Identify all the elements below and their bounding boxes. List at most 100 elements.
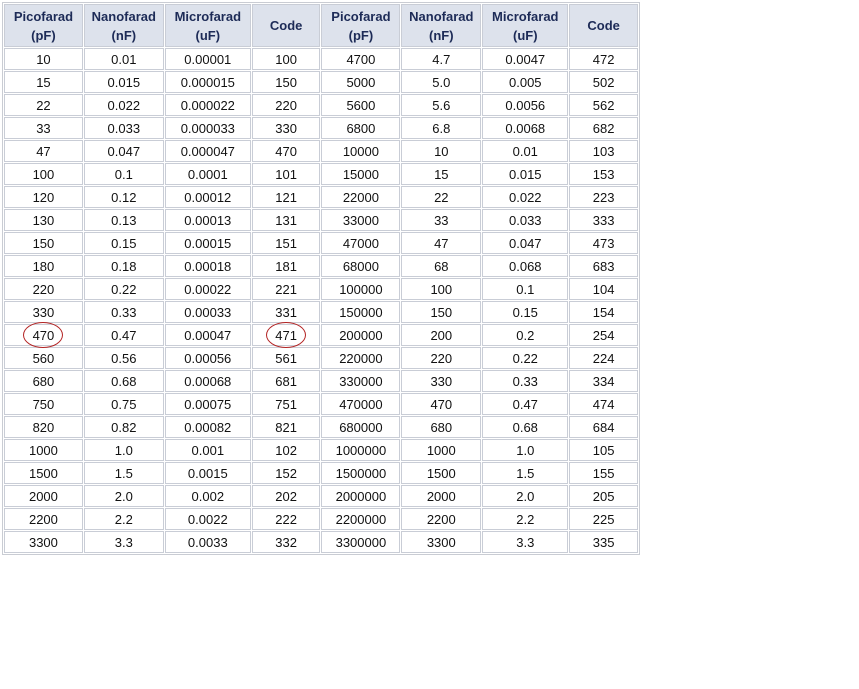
- microfarad-cell: 0.001: [164, 439, 251, 461]
- cell-value: 1000000: [335, 442, 387, 458]
- picofarad-cell: 1500: [4, 462, 83, 484]
- cell-value: 202: [275, 488, 297, 504]
- nanofarad-cell: 0.56: [83, 347, 164, 369]
- cell-value: 1500000: [335, 465, 387, 481]
- picofarad-cell: 150000: [321, 301, 401, 323]
- nanofarad-header-left: Nanofarad (nF): [83, 4, 164, 47]
- code-cell: 102: [251, 439, 321, 461]
- header-line: (uF): [195, 27, 221, 43]
- picofarad-cell: 15: [4, 71, 83, 93]
- table-row: 560 0.56 0.00056 561 220000 220 0.22 224: [4, 347, 638, 369]
- cell-value: 105: [592, 442, 615, 458]
- cell-value: 10: [434, 143, 449, 159]
- cell-value: 221: [275, 281, 297, 297]
- nanofarad-cell: 0.68: [83, 370, 164, 392]
- cell-value: 0.047: [509, 235, 542, 251]
- cell-value: 47000: [342, 235, 379, 251]
- cell-value: 47: [36, 143, 51, 159]
- capacitor-code-table: Picofarad (pF) Nanofarad (nF) Microfarad (uF)…: [3, 3, 639, 554]
- cell-value: 15: [36, 74, 51, 90]
- cell-value: 472: [592, 51, 615, 67]
- microfarad-cell: 0.0022: [164, 508, 251, 530]
- cell-value: 225: [592, 511, 615, 527]
- cell-value: 6.8: [432, 120, 451, 136]
- nanofarad-cell: 2200: [401, 508, 482, 530]
- header-line: (nF): [429, 27, 454, 43]
- code-cell: 473: [569, 232, 638, 254]
- picofarad-cell: 33: [4, 117, 83, 139]
- code-cell: 334: [569, 370, 638, 392]
- nanofarad-cell: 200: [401, 324, 482, 346]
- table-row: 1500 1.5 0.0015 152 1500000 1500 1.5 155: [4, 462, 638, 484]
- table-row: 820 0.82 0.00082 821 680000 680 0.68 684: [4, 416, 638, 438]
- table-row: 47 0.047 0.000047 470 10000 10 0.01 103: [4, 140, 638, 162]
- microfarad-cell: 0.15: [482, 301, 569, 323]
- cell-value: 33: [36, 120, 51, 136]
- picofarad-cell: 5600: [321, 94, 401, 116]
- table-row: 1000 1.0 0.001 102 1000000 1000 1.0 105: [4, 439, 638, 461]
- cell-value: 2200: [28, 511, 58, 527]
- cell-value: 68: [434, 258, 449, 274]
- microfarad-cell: 0.00012: [164, 186, 251, 208]
- cell-value: 0.022: [509, 189, 542, 205]
- microfarad-cell: 0.0068: [482, 117, 569, 139]
- code-cell: 254: [569, 324, 638, 346]
- header-line: Nanofarad: [91, 8, 156, 24]
- cell-value: 751: [275, 396, 297, 412]
- cell-value: 102: [275, 442, 297, 458]
- cell-value: 3300: [426, 534, 456, 550]
- code-cell: 181: [251, 255, 321, 277]
- cell-value: 330000: [339, 373, 383, 389]
- microfarad-cell: 0.22: [482, 347, 569, 369]
- nanofarad-cell: 2.0: [83, 485, 164, 507]
- cell-value: 2.2: [114, 511, 133, 527]
- cell-value: 154: [592, 304, 615, 320]
- nanofarad-cell: 0.15: [83, 232, 164, 254]
- code-cell: 222: [251, 508, 321, 530]
- picofarad-cell: 100: [4, 163, 83, 185]
- cell-value: 0.13: [111, 212, 137, 228]
- cell-value: 0.15: [512, 304, 538, 320]
- nanofarad-cell: 33: [401, 209, 482, 231]
- code-cell: 682: [569, 117, 638, 139]
- cell-value: 0.0047: [505, 51, 546, 67]
- nanofarad-cell: 0.033: [83, 117, 164, 139]
- cell-value: 0.47: [512, 396, 538, 412]
- cell-value: 150: [275, 74, 297, 90]
- picofarad-cell: 15000: [321, 163, 401, 185]
- cell-value: 200: [430, 327, 453, 343]
- cell-value: 681: [275, 373, 297, 389]
- picofarad-cell: 220000: [321, 347, 401, 369]
- cell-value: 155: [592, 465, 615, 481]
- picofarad-cell: 1000: [4, 439, 83, 461]
- cell-value: 683: [592, 258, 615, 274]
- header-line: (pF): [348, 27, 374, 43]
- nanofarad-cell: 47: [401, 232, 482, 254]
- cell-value: 0.015: [107, 74, 141, 90]
- nanofarad-cell: 0.47: [83, 324, 164, 346]
- cell-value: 0.015: [509, 166, 542, 182]
- cell-value: 0.18: [111, 258, 137, 274]
- microfarad-cell: 0.00001: [164, 48, 251, 70]
- cell-value: 2.2: [516, 511, 535, 527]
- code-cell: 100: [251, 48, 321, 70]
- cell-value: 680000: [339, 419, 383, 435]
- microfarad-cell: 0.00033: [164, 301, 251, 323]
- cell-value: 330: [430, 373, 453, 389]
- cell-value: 5000: [346, 74, 376, 90]
- table-row: 680 0.68 0.00068 681 330000 330 0.33 334: [4, 370, 638, 392]
- cell-value: 0.33: [512, 373, 538, 389]
- code-cell: 684: [569, 416, 638, 438]
- cell-value: 2.0: [114, 488, 133, 504]
- header-line: Code: [587, 18, 620, 33]
- nanofarad-cell: 10: [401, 140, 482, 162]
- picofarad-cell: 150: [4, 232, 83, 254]
- cell-value: 0.00082: [184, 419, 232, 435]
- table-row: 220 0.22 0.00022 221 100000 100 0.1 104: [4, 278, 638, 300]
- cell-value: 10: [36, 51, 51, 67]
- cell-value: 1000: [426, 442, 456, 458]
- cell-value: 0.00068: [184, 373, 232, 389]
- microfarad-cell: 0.47: [482, 393, 569, 415]
- cell-value: 15000: [342, 166, 379, 182]
- code-cell: 101: [251, 163, 321, 185]
